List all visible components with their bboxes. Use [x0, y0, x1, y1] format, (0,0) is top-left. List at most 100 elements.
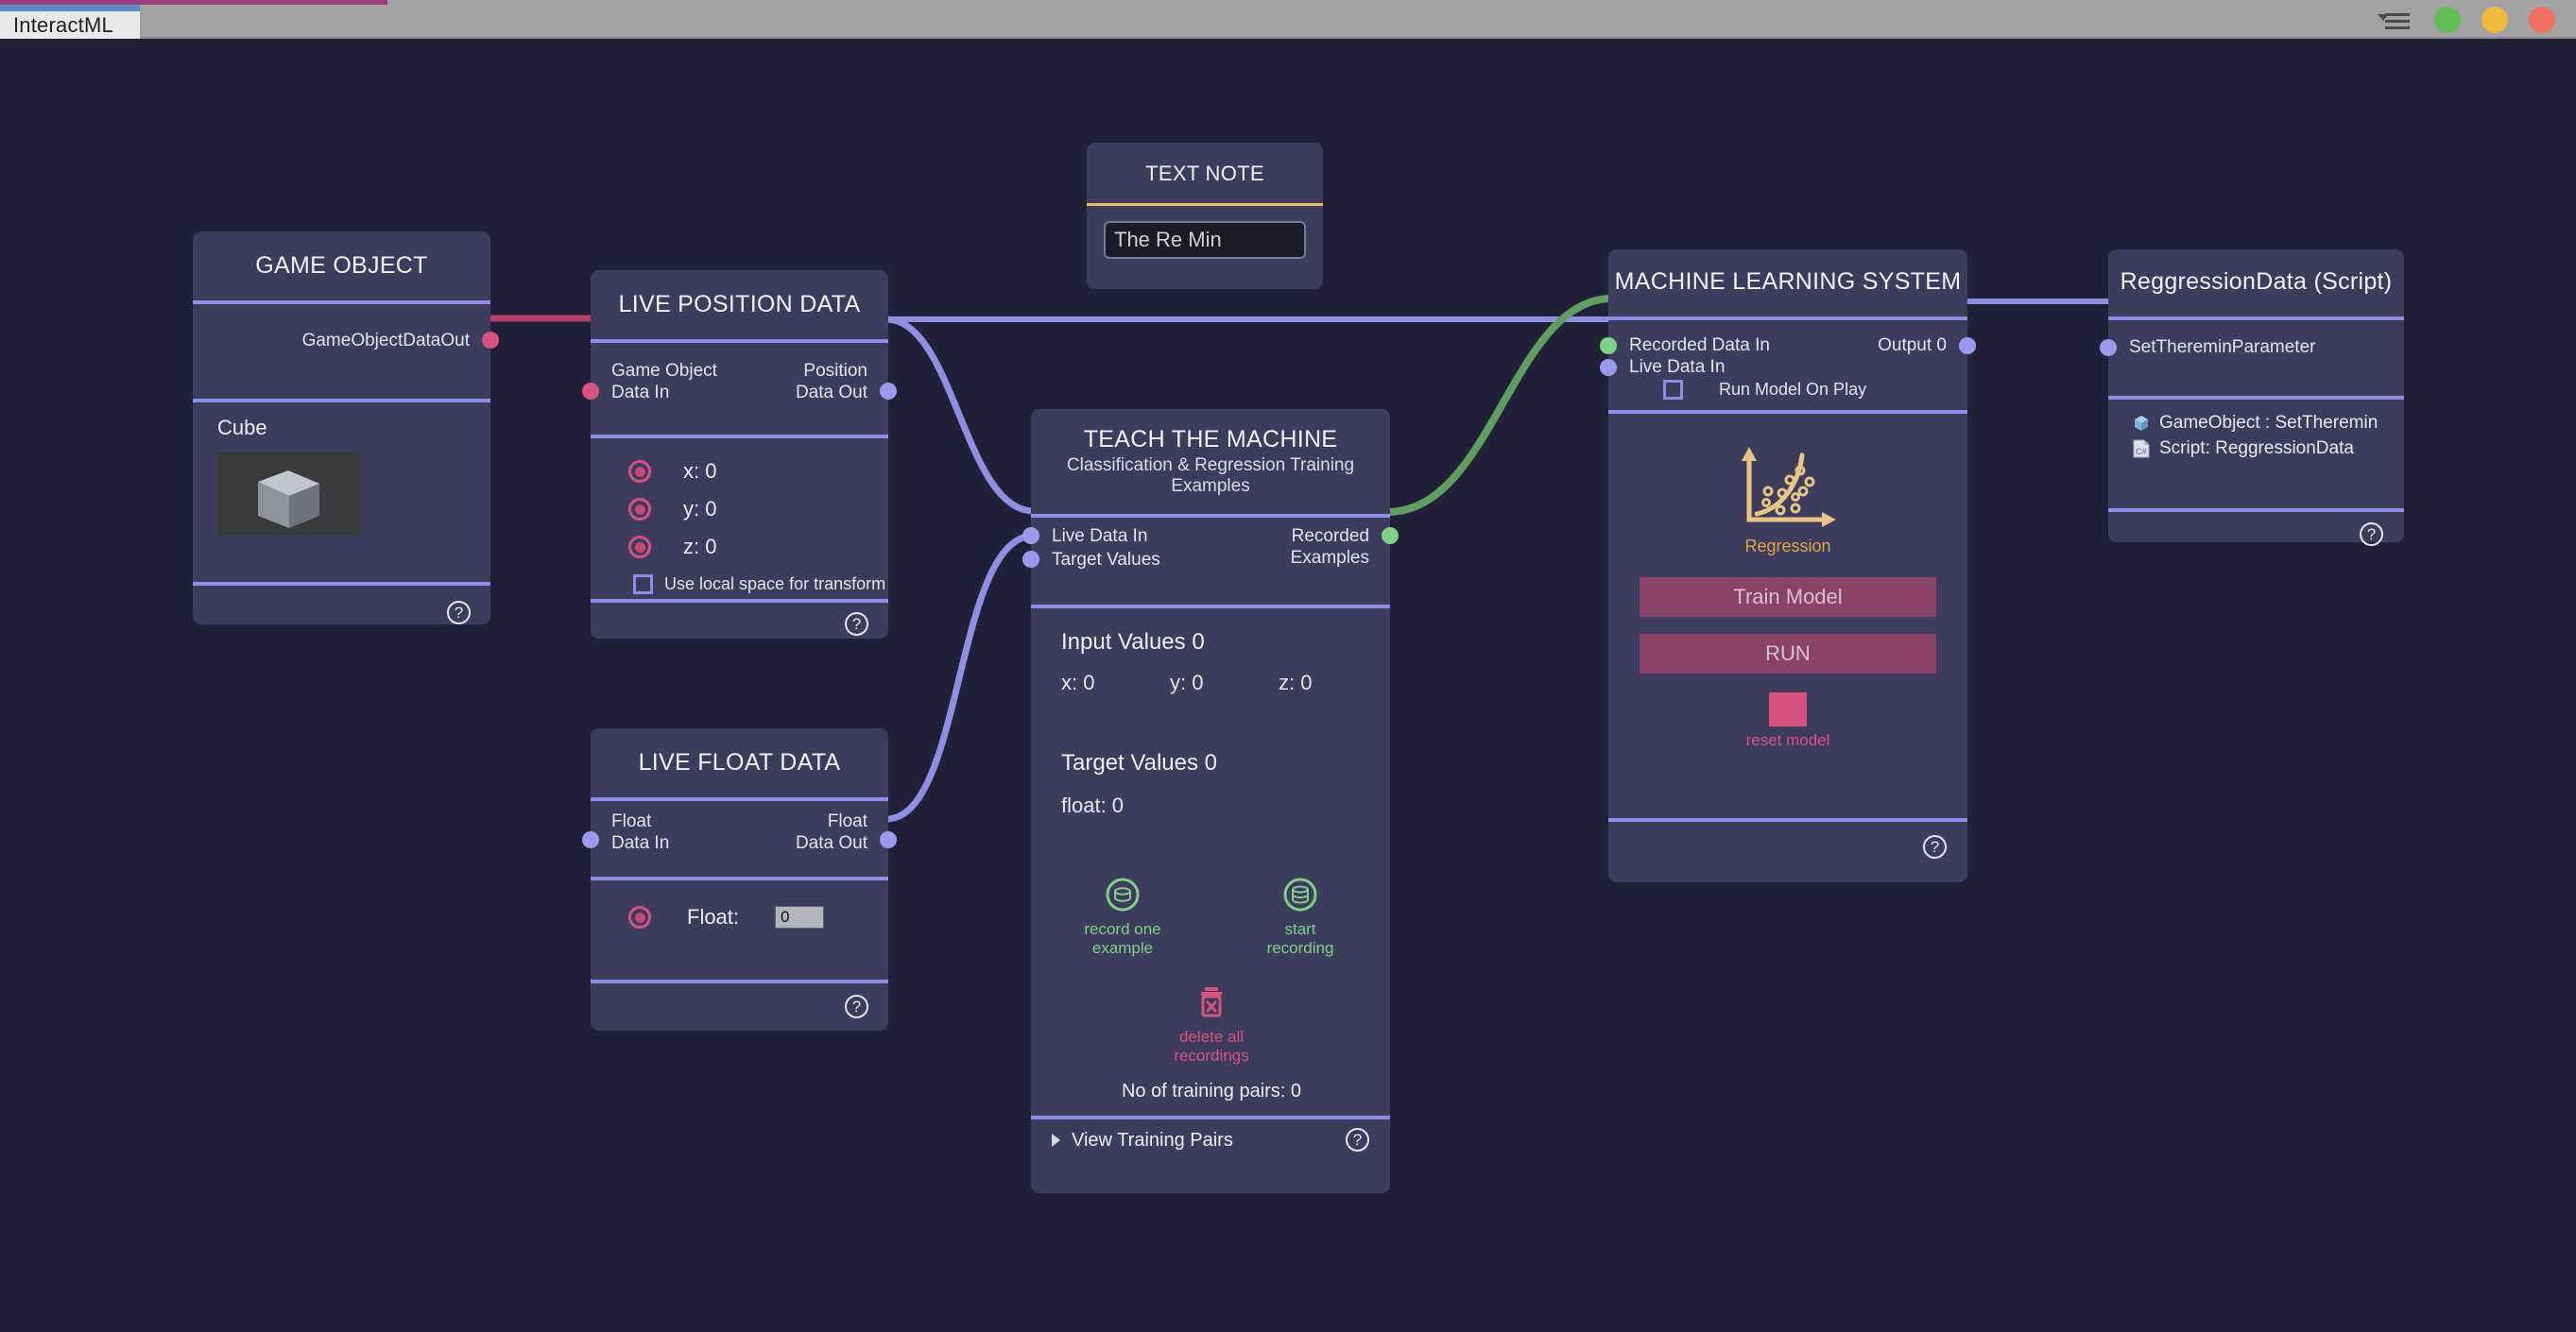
help-icon[interactable]: ?: [1923, 835, 1947, 859]
delete-all-recordings-button[interactable]: delete all recordings: [1150, 984, 1273, 1066]
float-value-input[interactable]: [775, 906, 825, 929]
record-one-example-icon: [1106, 878, 1140, 912]
start-recording-button[interactable]: start recording: [1248, 877, 1352, 958]
vector-row-z: z: 0: [628, 535, 888, 559]
port-recorded-examples[interactable]: [1382, 527, 1399, 544]
caption-line1: record one: [1084, 920, 1161, 938]
node-graph-canvas[interactable]: GAME OBJECT GameObjectDataOut Cube ? LIV…: [0, 39, 2576, 1332]
reset-model-caption: reset model: [1745, 731, 1830, 749]
start-recording-caption: start recording: [1248, 920, 1352, 958]
reset-model-icon: [1768, 692, 1807, 726]
record-one-example-button[interactable]: record one example: [1071, 877, 1175, 958]
value-z: z: 0: [683, 535, 717, 558]
port-label-target-values: Target Values: [1052, 550, 1160, 570]
port-recorded-data-in[interactable]: [1600, 337, 1617, 354]
node-title-regression-data: ReggressionData (Script): [2120, 268, 2393, 295]
target-value-float: float: 0: [1061, 794, 1125, 817]
target-values-header: Target Values 0: [1061, 750, 1217, 776]
window-button-red[interactable]: [2529, 6, 2555, 33]
teach-the-machine-body: Input Values 0 x: 0 y: 0 z: 0 Target Val…: [1031, 608, 1390, 1102]
port-settthereminparameter[interactable]: [2100, 339, 2117, 356]
node-title-live-position-data: LIVE POSITION DATA: [618, 291, 861, 317]
node-text-note[interactable]: TEXT NOTE: [1087, 143, 1323, 289]
toggle-y[interactable]: [628, 498, 651, 521]
port-label-setthereminparameter: SetThereminParameter: [2129, 337, 2316, 357]
csharp-script-icon: C#: [2133, 439, 2150, 458]
port-label-gameobject-data-in: Game Object Data In: [611, 360, 717, 403]
toggle-z[interactable]: [628, 536, 651, 558]
vector-row-x: x: 0: [628, 459, 888, 484]
record-one-example-caption: record one example: [1071, 920, 1175, 958]
run-button[interactable]: RUN: [1640, 634, 1936, 674]
wire-float-to-teach-target: [885, 532, 1035, 823]
port-gameobjectdataout[interactable]: [482, 332, 499, 349]
checkbox-run-model-on-play[interactable]: [1663, 380, 1683, 400]
row-gameobject-label: GameObject : SetTheremin: [2159, 413, 2379, 433]
regression-label: Regression: [1744, 537, 1831, 555]
node-game-object[interactable]: GAME OBJECT GameObjectDataOut Cube ?: [193, 231, 499, 624]
machine-learning-footer: ?: [1608, 822, 1967, 882]
live-position-body: x: 0 y: 0 z: 0 Use local space for trans…: [591, 438, 888, 599]
checkbox-use-local-space[interactable]: [633, 574, 653, 594]
port-label-line2: Examples: [1290, 548, 1369, 568]
port-label-position-data-out: Position Data Out: [796, 360, 867, 403]
port-label-live-data-in: Live Data In: [1052, 526, 1148, 546]
node-machine-learning-system[interactable]: MACHINE LEARNING SYSTEM Recorded Data In…: [1600, 249, 1976, 882]
input-value-x: x: 0: [1061, 671, 1095, 694]
toggle-float[interactable]: [628, 906, 651, 929]
game-object-body: Cube: [193, 402, 490, 571]
port-label-line1: Position: [803, 361, 867, 381]
port-target-values[interactable]: [1022, 551, 1039, 568]
port-row-gameobject-out: GameObjectDataOut: [193, 304, 499, 399]
port-row-regression-data: SetThereminParameter: [2100, 320, 2404, 396]
hamburger-menu-icon[interactable]: [2378, 9, 2410, 30]
game-object-preview: [217, 453, 361, 536]
node-regression-data-script[interactable]: ReggressionData (Script) SetThereminPara…: [2100, 249, 2404, 546]
port-row-mlsystem: Recorded Data In Live Data In Output 0 R…: [1600, 320, 1976, 410]
node-teach-the-machine[interactable]: TEACH THE MACHINE Classification & Regre…: [1022, 409, 1399, 1193]
wire-position-to-teach-live: [885, 316, 1035, 515]
help-icon[interactable]: ?: [447, 601, 471, 624]
view-training-pairs-label[interactable]: View Training Pairs: [1072, 1130, 1233, 1152]
live-position-footer: ?: [591, 603, 888, 648]
label-float: Float:: [687, 905, 740, 929]
row-script-label: Script: ReggressionData: [2159, 438, 2354, 458]
regression-data-body: GameObject : SetTheremin C# Script: Regg…: [2108, 400, 2404, 508]
input-values-header: Input Values 0: [1061, 629, 1205, 655]
expand-arrow-icon[interactable]: [1052, 1134, 1060, 1147]
port-float-data-out[interactable]: [880, 831, 897, 848]
vector-row-y: y: 0: [628, 497, 888, 521]
help-icon[interactable]: ?: [845, 995, 868, 1018]
port-label-line2: Data In: [611, 383, 670, 402]
caption-line2: recordings: [1174, 1047, 1249, 1065]
caption-line1: delete all: [1178, 1028, 1245, 1046]
start-recording-icon: [1283, 878, 1317, 912]
port-label-output-0: Output 0: [1878, 335, 1947, 355]
help-icon[interactable]: ?: [2360, 522, 2383, 546]
help-icon[interactable]: ?: [845, 612, 868, 636]
port-live-data-in[interactable]: [1600, 359, 1617, 376]
text-note-input[interactable]: [1104, 221, 1306, 259]
window-button-yellow[interactable]: [2482, 6, 2508, 33]
reset-model-button[interactable]: reset model: [1745, 692, 1830, 750]
node-title-text-note: TEXT NOTE: [1145, 162, 1264, 185]
port-float-data-in[interactable]: [582, 831, 599, 848]
node-title-machine-learning-system: MACHINE LEARNING SYSTEM: [1614, 268, 1962, 295]
port-live-data-in[interactable]: [1022, 527, 1039, 544]
port-label-recorded-examples: Recorded Examples: [1291, 525, 1369, 569]
help-icon[interactable]: ?: [1346, 1128, 1369, 1152]
port-output-0[interactable]: [1959, 337, 1976, 354]
node-live-float-data[interactable]: LIVE FLOAT DATA Float Data In Float Data…: [582, 728, 897, 1031]
wire-teach-to-mlsystem: [1386, 295, 1613, 516]
port-label-line2: Data Out: [795, 833, 867, 853]
port-position-data-out[interactable]: [880, 383, 897, 400]
window-tab-interactml[interactable]: InteractML: [0, 5, 140, 39]
gameobject-cube-icon: [2135, 416, 2148, 431]
port-gameobject-data-in[interactable]: [582, 383, 599, 400]
window-button-green[interactable]: [2434, 6, 2461, 33]
node-title-game-object: GAME OBJECT: [255, 252, 428, 279]
node-live-position-data[interactable]: LIVE POSITION DATA Game Object Data In P…: [582, 270, 897, 639]
trash-delete-icon: [1201, 987, 1222, 1017]
toggle-x[interactable]: [628, 460, 651, 483]
train-model-button[interactable]: Train Model: [1640, 577, 1936, 617]
